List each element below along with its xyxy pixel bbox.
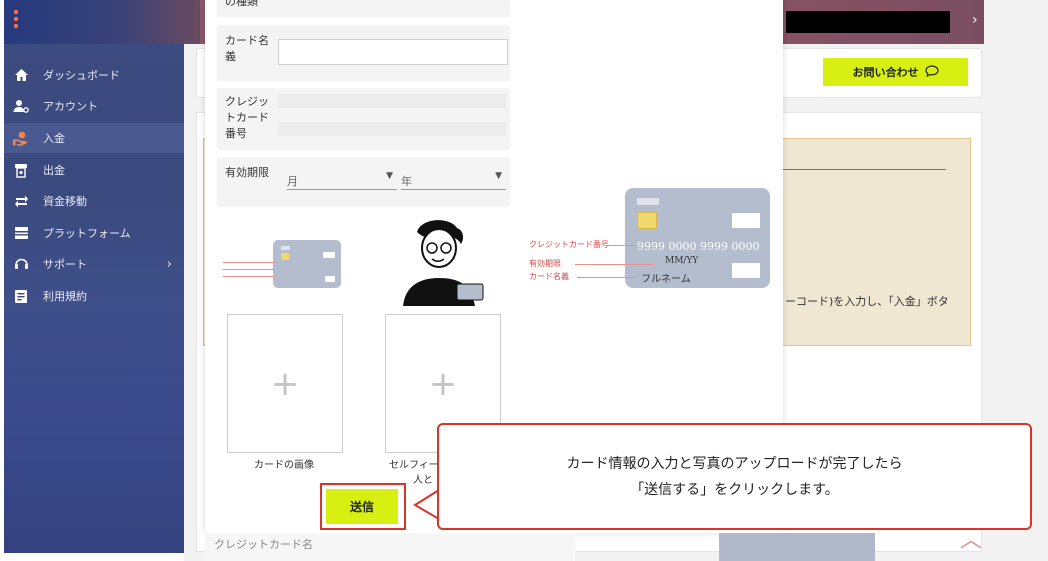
bottom-card-image	[719, 533, 875, 561]
card-example-small	[223, 236, 348, 291]
notice-divider	[783, 169, 946, 170]
card-example-large: 9999 0000 9999 0000 MM/YY フルネーム クレジットカード…	[527, 180, 777, 290]
withdraw-icon	[13, 162, 29, 178]
card-expiry-value: MM/YY	[665, 256, 699, 266]
card-number-input[interactable]	[278, 94, 506, 108]
submit-button[interactable]: 送信	[326, 489, 398, 524]
card-number-input-secondary[interactable]	[278, 122, 506, 136]
card-type-row: の種類	[217, 0, 510, 17]
support-icon	[13, 256, 29, 272]
card-number-label: クレジットカード番号	[225, 95, 269, 140]
expiry-year-select[interactable]: 年 ▼	[401, 167, 506, 190]
sidebar-item-label: 出金	[43, 164, 65, 177]
card-name-input[interactable]	[278, 39, 508, 65]
redacted-user-area	[786, 11, 950, 33]
sidebar-item-label: アカウント	[43, 100, 98, 113]
card-number-annotation: クレジットカード番号	[529, 240, 609, 249]
plus-icon: +	[428, 363, 458, 404]
caret-down-icon: ▼	[386, 171, 393, 181]
sidebar-item-terms[interactable]: 利用規約	[4, 281, 184, 311]
platform-icon	[13, 225, 29, 241]
card-image-label: カードの画像	[254, 460, 314, 471]
terms-icon	[13, 288, 29, 304]
sidebar-item-label: 入金	[43, 132, 65, 145]
expiry-label: 有効期限	[225, 166, 269, 179]
sidebar-item-account[interactable]: アカウント	[4, 91, 184, 121]
card-number-value: 9999 0000 9999 0000	[637, 240, 760, 253]
sidebar-item-deposit[interactable]: 入金	[4, 123, 184, 153]
sidebar-item-support[interactable]: サポート ›	[4, 249, 184, 279]
sidebar-item-label: プラットフォーム	[43, 227, 131, 240]
card-name-row: カード名義	[217, 25, 510, 81]
expiry-row: 有効期限 月 ▼ 年 ▼	[217, 157, 510, 207]
card-example-small-card	[273, 240, 341, 288]
card-number-row: クレジットカード番号	[217, 88, 510, 150]
sidebar-item-label: サポート	[43, 258, 87, 271]
sidebar-item-dashboard[interactable]: ダッシュボード	[4, 60, 184, 90]
chevron-right-icon[interactable]: ›	[972, 12, 978, 28]
sidebar-item-withdraw[interactable]: 出金	[4, 155, 184, 185]
expiry-year-placeholder: 年	[401, 175, 412, 188]
contact-button[interactable]: お問い合わせ	[823, 58, 968, 86]
contact-button-label: お問い合わせ	[852, 66, 919, 79]
deposit-icon	[13, 130, 29, 146]
expiry-month-select[interactable]: 月 ▼	[287, 167, 397, 190]
card-type-label: の種類	[225, 0, 258, 8]
sidebar: ダッシュボード アカウント 入金 出金 資金移動 プラットフォーム サポート ›…	[4, 0, 200, 553]
bottom-card-name-label: クレジットカード名	[214, 538, 313, 551]
user-gear-icon	[13, 98, 29, 114]
callout-line1: カード情報の入力と写真のアップロードが完了したら	[566, 455, 903, 472]
sidebar-item-label: ダッシュボード	[43, 69, 120, 82]
expiry-month-placeholder: 月	[287, 175, 298, 188]
sidebar-item-platform[interactable]: プラットフォーム	[4, 218, 184, 248]
caret-down-icon: ▼	[495, 171, 502, 181]
name-annotation: カード名義	[529, 272, 569, 281]
chat-bubble-icon	[924, 64, 939, 80]
card-name-label: カード名義	[225, 34, 269, 63]
card-image-upload[interactable]: +	[227, 314, 343, 453]
sidebar-item-label: 利用規約	[43, 290, 87, 303]
transfer-icon	[13, 193, 29, 209]
notice-text: ーコード)を入力し、「入金」ボタ	[785, 295, 949, 308]
instruction-callout: カード情報の入力と写真のアップロードが完了したら 「送信する」をクリックします。	[437, 423, 1032, 530]
card-name-value: フルネーム	[641, 274, 691, 285]
sidebar-item-transfer[interactable]: 資金移動	[4, 186, 184, 216]
callout-line2: 「送信する」をクリックします。	[630, 481, 839, 498]
chevron-right-icon: ›	[166, 256, 172, 272]
plus-icon: +	[270, 363, 300, 404]
selfie-illustration	[395, 212, 491, 308]
sidebar-header	[4, 0, 200, 44]
home-icon	[13, 67, 29, 83]
sidebar-item-label: 資金移動	[43, 195, 87, 208]
card-example-large-card: 9999 0000 9999 0000 MM/YY フルネーム	[625, 188, 770, 288]
menu-icon[interactable]	[14, 10, 18, 32]
expiry-annotation: 有効期限	[529, 259, 561, 268]
